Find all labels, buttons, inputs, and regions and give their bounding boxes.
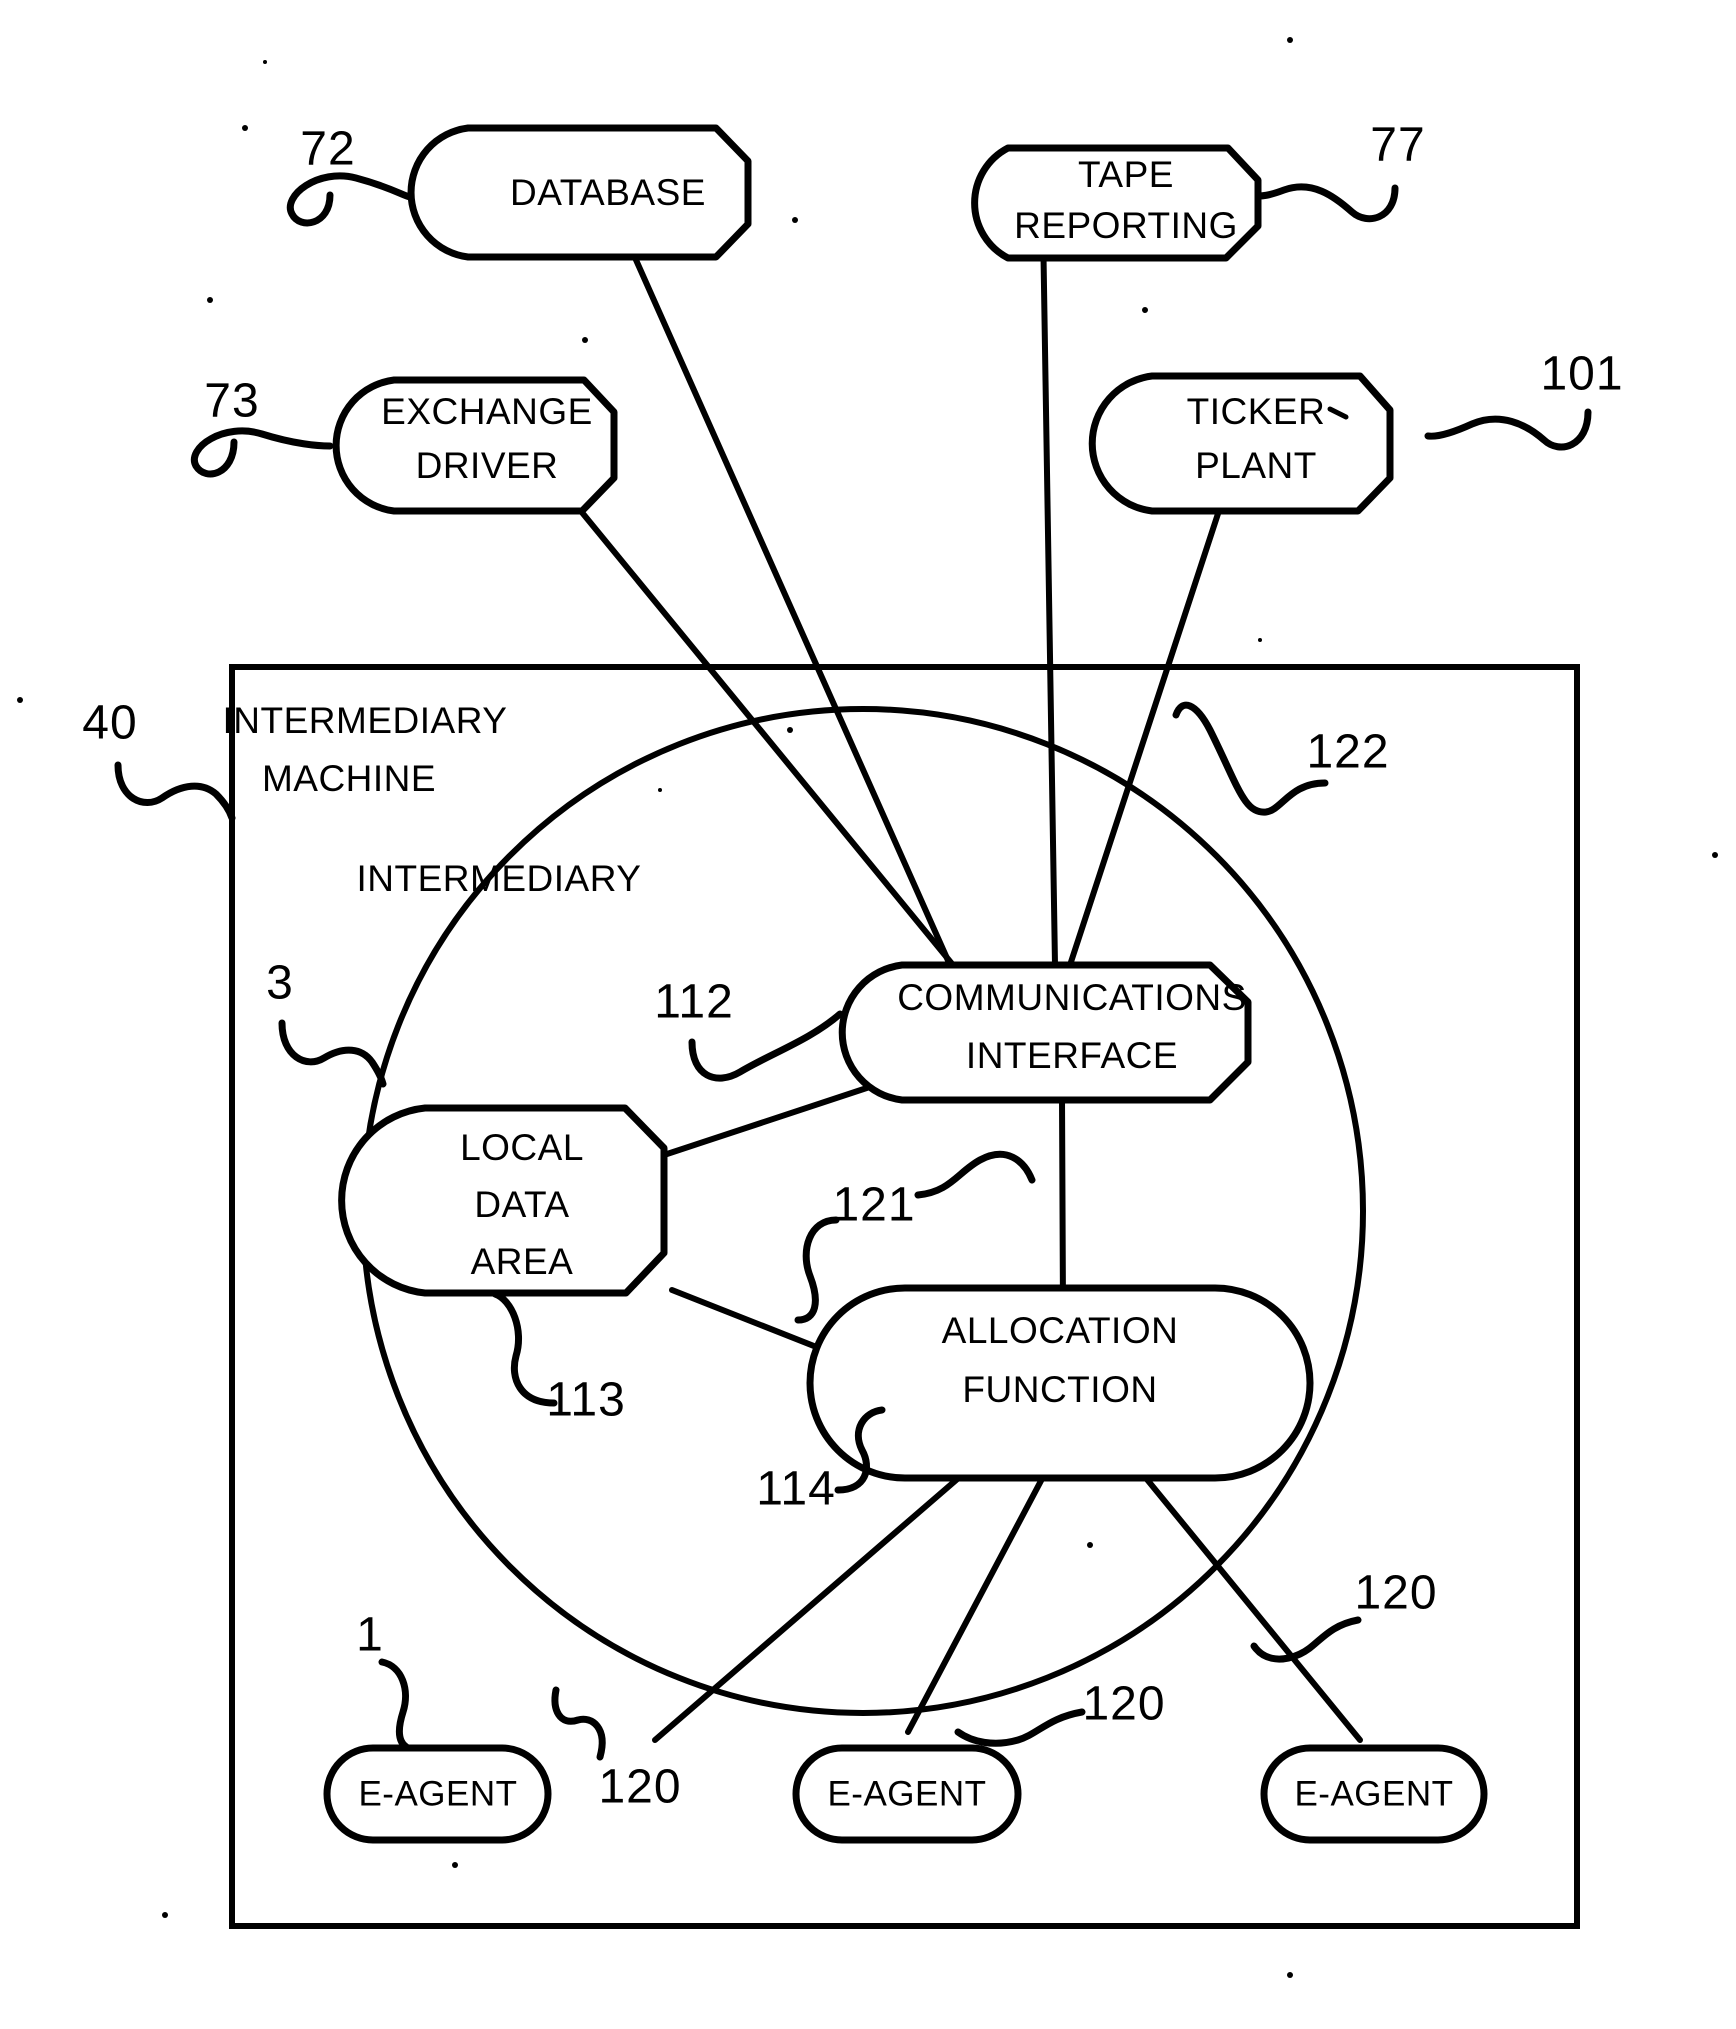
ref-77: 77 xyxy=(1254,119,1425,223)
ref-101: 101 xyxy=(1424,348,1623,451)
node-database-label: DATABASE xyxy=(510,172,706,213)
ref-113: 113 xyxy=(491,1290,626,1427)
intermediary-machine-label-line2: MACHINE xyxy=(262,758,436,799)
ref-40: 40 xyxy=(82,697,236,822)
link-allocation-to-agent-right xyxy=(1142,1474,1363,1743)
ref-72-number: 72 xyxy=(300,123,355,176)
link-comms-to-allocation xyxy=(1059,1095,1066,1315)
node-ticker-plant-label-line2: PLANT xyxy=(1195,445,1317,486)
ref-77-number: 77 xyxy=(1370,119,1425,172)
ref-112: 112 xyxy=(654,976,844,1082)
node-allocation-function[interactable]: ALLOCATION FUNCTION xyxy=(806,1284,1314,1482)
node-agent-right[interactable]: E-AGENT xyxy=(1260,1744,1488,1844)
node-communications-interface-label-line1: COMMUNICATIONS xyxy=(897,977,1247,1018)
link-database-to-comms xyxy=(613,212,953,968)
ref-73-number: 73 xyxy=(204,375,259,428)
ref-121-number-visible: 121 xyxy=(832,1179,915,1232)
node-allocation-function-label-line2: FUNCTION xyxy=(962,1369,1157,1410)
ref-121-leader xyxy=(794,1216,840,1324)
ref-72-leader xyxy=(286,172,414,227)
node-exchange-driver-label-line2: DRIVER xyxy=(416,445,559,486)
ref-73: 73 xyxy=(190,375,334,478)
node-allocation-function-label-line1: ALLOCATION xyxy=(942,1310,1179,1351)
node-local-data-area-label-line3: AREA xyxy=(471,1241,574,1282)
ref-113-leader xyxy=(491,1290,558,1407)
node-local-data-area-label-line2: DATA xyxy=(474,1184,569,1225)
ref-120-left: 120 xyxy=(551,1686,681,1814)
ref-120-right-number: 120 xyxy=(1354,1567,1437,1620)
ref-72: 72 xyxy=(286,123,414,227)
ref-122: 122 xyxy=(1172,701,1389,816)
node-ticker-plant[interactable]: TICKER PLANT xyxy=(1088,372,1394,515)
ref-113-number: 113 xyxy=(546,1374,626,1427)
ref-40-number: 40 xyxy=(82,697,137,750)
ref-120-middle: 120 xyxy=(954,1678,1165,1747)
ref-120-middle-number: 120 xyxy=(1082,1678,1165,1731)
ref-101-number: 101 xyxy=(1540,348,1623,401)
node-communications-interface[interactable]: COMMUNICATIONS INTERFACE xyxy=(838,961,1252,1104)
ref-3-leader xyxy=(278,1019,387,1088)
node-agent-middle[interactable]: E-AGENT xyxy=(792,1744,1022,1844)
ref-77-leader xyxy=(1254,183,1399,223)
node-communications-interface-label-line2: INTERFACE xyxy=(966,1035,1178,1076)
link-comms-to-local-data-area xyxy=(661,1076,897,1158)
link-allocation-to-agent-middle xyxy=(905,1474,1046,1735)
ref-101-leader xyxy=(1424,408,1592,451)
ref-122-number: 122 xyxy=(1306,726,1389,779)
node-database[interactable]: DATABASE xyxy=(407,124,752,261)
ref-3: 3 xyxy=(266,957,387,1088)
ref-120-middle-leader xyxy=(954,1708,1086,1747)
node-local-data-area-label-line1: LOCAL xyxy=(460,1127,584,1168)
node-tape-reporting-label-line1: TAPE xyxy=(1078,154,1174,195)
node-ticker-plant-label-line1: TICKER xyxy=(1187,391,1326,432)
intermediary-machine-label-line1: INTERMEDIARY xyxy=(223,700,508,741)
patent-figure: DATABASE 72 TAPE REPORTING 77 EXCHANGE D… xyxy=(0,0,1736,2029)
node-tape-reporting-label-line2: REPORTING xyxy=(1014,205,1238,246)
node-local-data-area[interactable]: LOCAL DATA AREA xyxy=(338,1104,668,1297)
node-tape-reporting[interactable]: TAPE REPORTING xyxy=(971,144,1262,262)
ref-121-leader-right xyxy=(914,1151,1036,1199)
ref-3-number: 3 xyxy=(266,957,294,1010)
ref-112-number: 112 xyxy=(654,976,734,1029)
figure-canvas: DATABASE 72 TAPE REPORTING 77 EXCHANGE D… xyxy=(17,37,1718,1978)
ref-114-number: 114 xyxy=(756,1463,836,1516)
link-tape-reporting-to-comms xyxy=(1040,222,1058,968)
ref-120-left-leader xyxy=(551,1686,606,1761)
node-exchange-driver[interactable]: EXCHANGE DRIVER xyxy=(332,376,618,515)
ref-1-leader xyxy=(378,1658,412,1752)
ref-122-leader xyxy=(1172,701,1329,816)
node-exchange-driver-label-line1: EXCHANGE xyxy=(381,391,593,432)
ref-73-leader xyxy=(190,427,334,478)
ref-40-leader xyxy=(114,761,236,822)
node-agent-left[interactable]: E-AGENT xyxy=(323,1744,552,1844)
ref-120-left-number: 120 xyxy=(598,1761,681,1814)
node-agent-right-label: E-AGENT xyxy=(1294,1774,1453,1813)
ref-1: 1 xyxy=(356,1609,412,1752)
node-agent-left-label: E-AGENT xyxy=(358,1774,517,1813)
ref-1-number: 1 xyxy=(356,1609,384,1662)
node-agent-middle-label: E-AGENT xyxy=(827,1774,986,1813)
intermediary-circle-label: INTERMEDIARY xyxy=(357,858,642,899)
